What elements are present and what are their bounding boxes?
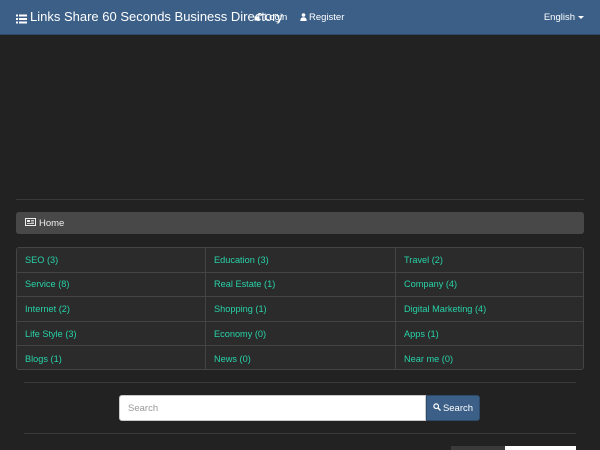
ad-area bbox=[16, 35, 584, 199]
breadcrumb-home[interactable]: Home bbox=[39, 218, 64, 229]
category-link[interactable]: Near me (0) bbox=[396, 346, 583, 369]
brand-link[interactable]: Links Share 60 Seconds Business Director… bbox=[16, 9, 283, 24]
category-link[interactable]: News (0) bbox=[206, 346, 396, 369]
search-icon bbox=[433, 403, 441, 413]
language-label: English bbox=[543, 12, 575, 23]
category-grid: SEO (3) Education (3) Travel (2) Service… bbox=[16, 247, 584, 370]
top-navbar: Links Share 60 Seconds Business Director… bbox=[0, 0, 600, 35]
category-link[interactable]: Travel (2) bbox=[396, 248, 583, 273]
newspaper-icon bbox=[25, 218, 36, 228]
search-button[interactable]: Search bbox=[426, 395, 480, 421]
user-icon bbox=[300, 12, 307, 23]
register-label: Register bbox=[309, 12, 345, 23]
category-link[interactable]: Service (8) bbox=[17, 272, 206, 298]
footer-widget bbox=[451, 446, 505, 450]
category-link[interactable]: Apps (1) bbox=[396, 321, 583, 347]
category-link[interactable]: SEO (3) bbox=[17, 248, 206, 273]
category-link[interactable]: Shopping (1) bbox=[206, 297, 396, 322]
search-input[interactable] bbox=[119, 395, 426, 421]
brand-title: Links Share 60 Seconds Business Director… bbox=[30, 9, 283, 24]
list-icon bbox=[16, 12, 27, 23]
category-link[interactable]: Blogs (1) bbox=[17, 346, 206, 369]
login-link[interactable]: Login bbox=[254, 12, 287, 23]
divider bbox=[24, 433, 576, 434]
category-link[interactable]: Education (3) bbox=[206, 248, 396, 273]
register-link[interactable]: Register bbox=[300, 12, 344, 23]
search-form: Search bbox=[119, 395, 480, 421]
language-dropdown[interactable]: English bbox=[544, 12, 584, 23]
divider bbox=[16, 199, 584, 200]
category-link[interactable]: Digital Marketing (4) bbox=[396, 297, 583, 322]
login-label: Login bbox=[264, 12, 288, 23]
category-link[interactable]: Life Style (3) bbox=[17, 321, 206, 347]
category-link[interactable]: Real Estate (1) bbox=[206, 272, 396, 298]
unlock-icon bbox=[254, 12, 262, 23]
category-link[interactable]: Economy (0) bbox=[206, 321, 396, 347]
category-link[interactable]: Internet (2) bbox=[17, 297, 206, 322]
search-button-label: Search bbox=[442, 402, 474, 414]
divider bbox=[24, 382, 576, 383]
footer-widget bbox=[505, 446, 576, 450]
breadcrumb: Home bbox=[16, 212, 584, 234]
category-link[interactable]: Company (4) bbox=[396, 272, 583, 298]
caret-down-icon bbox=[578, 15, 584, 19]
